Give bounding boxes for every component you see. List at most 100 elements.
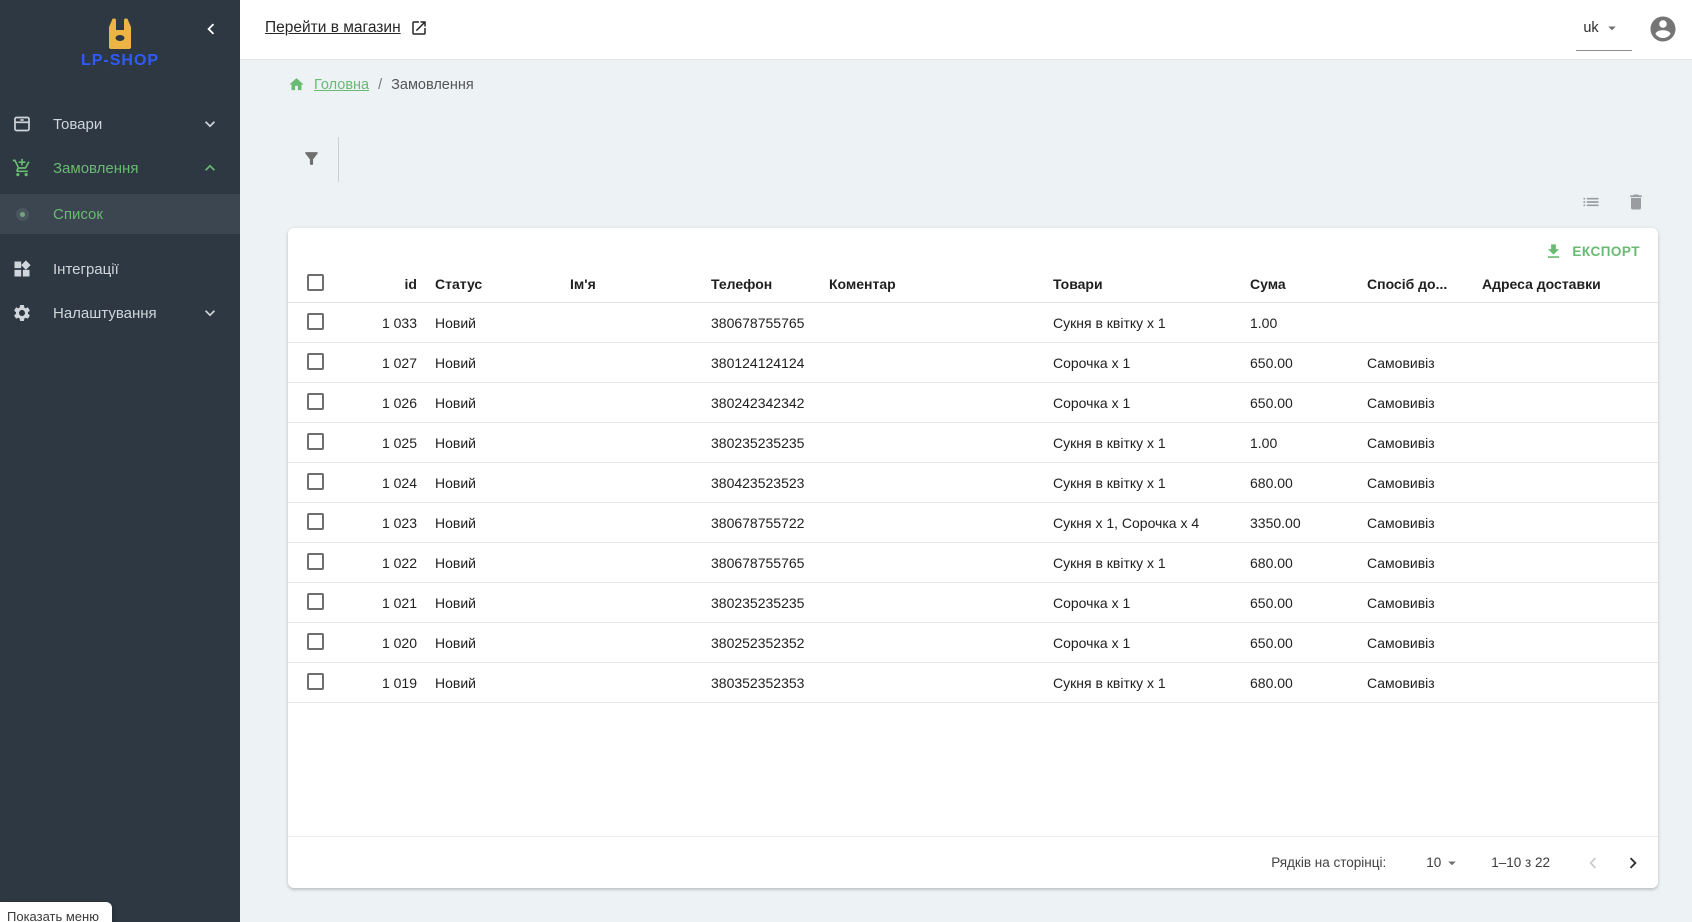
column-header-goods[interactable]: Товари bbox=[1037, 266, 1234, 303]
cell-goods: Сукня в квітку x 1 bbox=[1037, 663, 1234, 703]
cell-sum: 650.00 bbox=[1234, 583, 1351, 623]
cell-select bbox=[288, 463, 357, 503]
cell-id: 1 026 bbox=[357, 383, 419, 423]
cell-address bbox=[1466, 503, 1658, 543]
cell-phone: 380423523523 bbox=[695, 463, 813, 503]
cart-plus-icon bbox=[12, 158, 32, 178]
sidebar-item-settings[interactable]: Налаштування bbox=[0, 291, 240, 335]
cell-status: Новий bbox=[419, 583, 554, 623]
cell-select bbox=[288, 583, 357, 623]
column-header-name[interactable]: Ім'я bbox=[554, 266, 695, 303]
row-checkbox[interactable] bbox=[307, 473, 324, 490]
sidebar-item-label: Список bbox=[53, 206, 240, 223]
user-avatar-icon[interactable] bbox=[1648, 14, 1678, 44]
cell-select bbox=[288, 663, 357, 703]
table-row[interactable]: 1 033Новий380678755765Сукня в квітку x 1… bbox=[288, 303, 1658, 343]
cell-status: Новий bbox=[419, 383, 554, 423]
delete-icon[interactable] bbox=[1626, 192, 1646, 212]
cell-comment bbox=[813, 343, 1037, 383]
export-button[interactable]: ЕКСПОРТ bbox=[1536, 236, 1648, 266]
previous-page-button[interactable] bbox=[1580, 850, 1606, 876]
sidebar-item-integrations[interactable]: Інтеграції bbox=[0, 247, 240, 291]
cell-goods: Сорочка x 1 bbox=[1037, 583, 1234, 623]
cell-select bbox=[288, 543, 357, 583]
cell-delivery: Самовивіз bbox=[1351, 423, 1466, 463]
pagination-bar: Рядків на сторінці: 10 1–10 з 22 bbox=[288, 836, 1658, 888]
filter-icon[interactable] bbox=[302, 149, 321, 168]
table-body: 1 033Новий380678755765Сукня в квітку x 1… bbox=[288, 303, 1658, 703]
cell-address bbox=[1466, 303, 1658, 343]
sidebar: LP-SHOP Товари Замовлення Список bbox=[0, 0, 240, 922]
cell-sum: 3350.00 bbox=[1234, 503, 1351, 543]
next-page-button[interactable] bbox=[1620, 850, 1646, 876]
cell-id: 1 024 bbox=[357, 463, 419, 503]
row-checkbox[interactable] bbox=[307, 513, 324, 530]
cell-name bbox=[554, 623, 695, 663]
column-header-delivery[interactable]: Спосіб до... bbox=[1351, 266, 1466, 303]
cell-address bbox=[1466, 543, 1658, 583]
cell-delivery: Самовивіз bbox=[1351, 383, 1466, 423]
cell-delivery: Самовивіз bbox=[1351, 623, 1466, 663]
table-row[interactable]: 1 023Новий380678755722Сукня x 1, Сорочка… bbox=[288, 503, 1658, 543]
cell-id: 1 022 bbox=[357, 543, 419, 583]
cell-address bbox=[1466, 623, 1658, 663]
row-checkbox[interactable] bbox=[307, 593, 324, 610]
row-checkbox[interactable] bbox=[307, 433, 324, 450]
sidebar-item-orders-list[interactable]: Список bbox=[0, 194, 240, 234]
language-value: uk bbox=[1583, 20, 1598, 36]
cell-delivery: Самовивіз bbox=[1351, 503, 1466, 543]
select-all-checkbox[interactable] bbox=[307, 274, 324, 291]
row-checkbox[interactable] bbox=[307, 353, 324, 370]
table-row[interactable]: 1 022Новий380678755765Сукня в квітку x 1… bbox=[288, 543, 1658, 583]
sidebar-item-orders[interactable]: Замовлення bbox=[0, 146, 240, 190]
row-checkbox[interactable] bbox=[307, 393, 324, 410]
row-checkbox[interactable] bbox=[307, 313, 324, 330]
cell-phone: 380252352352 bbox=[695, 623, 813, 663]
select-all-header[interactable] bbox=[288, 266, 357, 303]
cell-name bbox=[554, 343, 695, 383]
table-row[interactable]: 1 019Новий380352352353Сукня в квітку x 1… bbox=[288, 663, 1658, 703]
breadcrumb-home-link[interactable]: Головна bbox=[314, 77, 369, 93]
table-row[interactable]: 1 027Новий380124124124Сорочка x 1650.00С… bbox=[288, 343, 1658, 383]
sidebar-item-label: Налаштування bbox=[53, 305, 200, 322]
column-header-status[interactable]: Статус bbox=[419, 266, 554, 303]
cell-id: 1 033 bbox=[357, 303, 419, 343]
gear-icon bbox=[12, 303, 32, 323]
home-icon[interactable] bbox=[288, 76, 305, 93]
table-row[interactable]: 1 024Новий380423523523Сукня в квітку x 1… bbox=[288, 463, 1658, 503]
row-checkbox[interactable] bbox=[307, 633, 324, 650]
cell-address bbox=[1466, 383, 1658, 423]
column-header-address[interactable]: Адреса доставки bbox=[1466, 266, 1658, 303]
column-header-sum[interactable]: Сума bbox=[1234, 266, 1351, 303]
cell-phone: 380124124124 bbox=[695, 343, 813, 383]
cell-comment bbox=[813, 623, 1037, 663]
sidebar-item-products[interactable]: Товари bbox=[0, 102, 240, 146]
cell-phone: 380242342342 bbox=[695, 383, 813, 423]
table-row[interactable]: 1 026Новий380242342342Сорочка x 1650.00С… bbox=[288, 383, 1658, 423]
column-header-phone[interactable]: Телефон bbox=[695, 266, 813, 303]
collapse-sidebar-button[interactable] bbox=[198, 16, 224, 42]
column-list-icon[interactable] bbox=[1581, 192, 1601, 212]
app-window: LP-SHOP Товари Замовлення Список bbox=[0, 0, 1692, 922]
cell-address bbox=[1466, 663, 1658, 703]
cell-select bbox=[288, 423, 357, 463]
cell-sum: 650.00 bbox=[1234, 623, 1351, 663]
cell-goods: Сукня в квітку x 1 bbox=[1037, 423, 1234, 463]
cell-select bbox=[288, 503, 357, 543]
cell-name bbox=[554, 423, 695, 463]
row-checkbox[interactable] bbox=[307, 553, 324, 570]
table-header-row: idСтатусІм'яТелефонКоментарТовариСумаСпо… bbox=[288, 266, 1658, 303]
cell-phone: 380678755765 bbox=[695, 303, 813, 343]
table-row[interactable]: 1 020Новий380252352352Сорочка x 1650.00С… bbox=[288, 623, 1658, 663]
table-row[interactable]: 1 025Новий380235235235Сукня в квітку x 1… bbox=[288, 423, 1658, 463]
row-checkbox[interactable] bbox=[307, 673, 324, 690]
column-header-comment[interactable]: Коментар bbox=[813, 266, 1037, 303]
rows-per-page-select[interactable]: 10 bbox=[1426, 854, 1461, 872]
language-select[interactable]: uk bbox=[1574, 19, 1630, 37]
orders-table: idСтатусІм'яТелефонКоментарТовариСумаСпо… bbox=[288, 266, 1658, 703]
go-to-shop-link[interactable]: Перейти в магазин bbox=[265, 19, 428, 37]
cell-goods: Сукня в квітку x 1 bbox=[1037, 543, 1234, 583]
widgets-icon bbox=[12, 259, 32, 279]
table-row[interactable]: 1 021Новий380235235235Сорочка x 1650.00С… bbox=[288, 583, 1658, 623]
column-header-id[interactable]: id bbox=[357, 266, 419, 303]
